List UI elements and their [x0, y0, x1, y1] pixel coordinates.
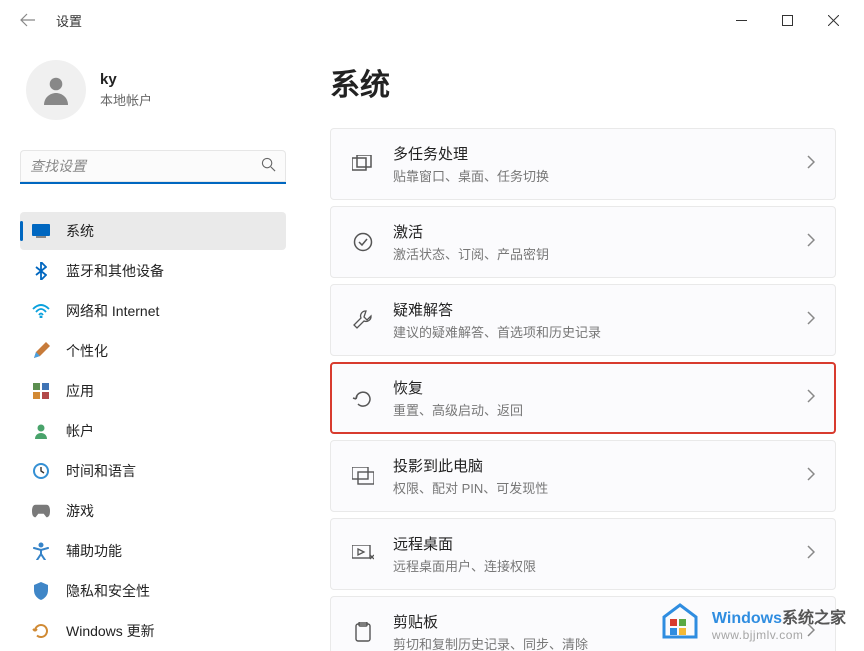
nav-item-bluetooth[interactable]: 蓝牙和其他设备: [20, 252, 286, 290]
personalization-icon: [32, 342, 50, 360]
nav-item-network[interactable]: 网络和 Internet: [20, 292, 286, 330]
card-title: 多任务处理: [393, 143, 789, 164]
apps-icon: [32, 382, 50, 400]
projecting-icon: [351, 464, 375, 488]
card-activation[interactable]: 激活 激活状态、订阅、产品密钥: [330, 206, 836, 278]
nav-item-update[interactable]: Windows 更新: [20, 612, 286, 650]
main-content: 系统 多任务处理 贴靠窗口、桌面、任务切换 激活 激活状态、订阅、产品密钥 疑难…: [310, 40, 864, 651]
nav-label: 帐户: [66, 421, 94, 441]
gaming-icon: [32, 502, 50, 520]
card-recovery[interactable]: 恢复 重置、高级启动、返回: [330, 362, 836, 434]
page-title: 系统: [330, 60, 836, 104]
nav-label: 个性化: [66, 341, 108, 361]
window-title: 设置: [56, 11, 82, 30]
minimize-button[interactable]: [718, 0, 764, 40]
chevron-right-icon: [807, 155, 815, 174]
card-title: 远程桌面: [393, 533, 789, 554]
system-icon: [32, 222, 50, 240]
accessibility-icon: [32, 542, 50, 560]
card-projecting[interactable]: 投影到此电脑 权限、配对 PIN、可发现性: [330, 440, 836, 512]
nav-list: 系统 蓝牙和其他设备 网络和 Internet 个性化 应用 帐户: [20, 212, 310, 650]
chevron-right-icon: [807, 389, 815, 408]
nav-item-gaming[interactable]: 游戏: [20, 492, 286, 530]
nav-item-privacy[interactable]: 隐私和安全性: [20, 572, 286, 610]
search-input[interactable]: [20, 150, 286, 184]
bluetooth-icon: [32, 262, 50, 280]
privacy-icon: [32, 582, 50, 600]
clipboard-icon: [351, 620, 375, 644]
close-icon: [828, 15, 839, 26]
nav-item-apps[interactable]: 应用: [20, 372, 286, 410]
card-title: 激活: [393, 221, 789, 242]
user-icon: [38, 72, 74, 108]
nav-label: 时间和语言: [66, 461, 136, 481]
nav-item-time[interactable]: 时间和语言: [20, 452, 286, 490]
search-box: [20, 150, 286, 184]
maximize-button[interactable]: [764, 0, 810, 40]
nav-item-accounts[interactable]: 帐户: [20, 412, 286, 450]
nav-label: 应用: [66, 381, 94, 401]
search-icon: [261, 157, 276, 177]
card-subtitle: 贴靠窗口、桌面、任务切换: [393, 166, 789, 185]
remote-desktop-icon: [351, 542, 375, 566]
sidebar: ky 本地帐户 系统 蓝牙和其他设备 网络和 Internet: [0, 40, 310, 651]
nav-label: Windows 更新: [66, 621, 155, 641]
nav-label: 隐私和安全性: [66, 581, 150, 601]
nav-item-system[interactable]: 系统: [20, 212, 286, 250]
accounts-icon: [32, 422, 50, 440]
nav-item-personalization[interactable]: 个性化: [20, 332, 286, 370]
card-multitasking[interactable]: 多任务处理 贴靠窗口、桌面、任务切换: [330, 128, 836, 200]
back-button[interactable]: [8, 0, 48, 40]
update-icon: [32, 622, 50, 640]
card-subtitle: 重置、高级启动、返回: [393, 400, 789, 419]
network-icon: [32, 302, 50, 320]
nav-label: 辅助功能: [66, 541, 122, 561]
chevron-right-icon: [807, 467, 815, 486]
multitasking-icon: [351, 152, 375, 176]
user-name: ky: [100, 71, 152, 88]
avatar: [26, 60, 86, 120]
card-remote-desktop[interactable]: 远程桌面 远程桌面用户、连接权限: [330, 518, 836, 590]
maximize-icon: [782, 15, 793, 26]
card-subtitle: 建议的疑难解答、首选项和历史记录: [393, 322, 789, 341]
minimize-icon: [736, 15, 747, 26]
nav-label: 系统: [66, 221, 94, 241]
back-arrow-icon: [20, 12, 36, 28]
nav-label: 网络和 Internet: [66, 301, 159, 321]
nav-label: 游戏: [66, 501, 94, 521]
window-controls: [718, 0, 856, 40]
card-subtitle: 远程桌面用户、连接权限: [393, 556, 789, 575]
chevron-right-icon: [807, 233, 815, 252]
card-subtitle: 权限、配对 PIN、可发现性: [393, 478, 789, 497]
troubleshoot-icon: [351, 308, 375, 332]
chevron-right-icon: [807, 311, 815, 330]
card-title: 恢复: [393, 377, 789, 398]
card-title: 疑难解答: [393, 299, 789, 320]
watermark: Windows系统之家 www.bjjmlv.com: [658, 601, 846, 645]
nav-label: 蓝牙和其他设备: [66, 261, 164, 281]
watermark-logo-icon: [658, 601, 702, 645]
user-section[interactable]: ky 本地帐户: [20, 60, 310, 120]
card-troubleshoot[interactable]: 疑难解答 建议的疑难解答、首选项和历史记录: [330, 284, 836, 356]
watermark-title: Windows系统之家: [712, 604, 846, 628]
close-button[interactable]: [810, 0, 856, 40]
recovery-icon: [351, 386, 375, 410]
watermark-url: www.bjjmlv.com: [712, 628, 846, 642]
titlebar: 设置: [0, 0, 864, 40]
time-icon: [32, 462, 50, 480]
user-type: 本地帐户: [100, 90, 152, 109]
card-title: 投影到此电脑: [393, 455, 789, 476]
activation-icon: [351, 230, 375, 254]
nav-item-accessibility[interactable]: 辅助功能: [20, 532, 286, 570]
chevron-right-icon: [807, 545, 815, 564]
card-subtitle: 激活状态、订阅、产品密钥: [393, 244, 789, 263]
